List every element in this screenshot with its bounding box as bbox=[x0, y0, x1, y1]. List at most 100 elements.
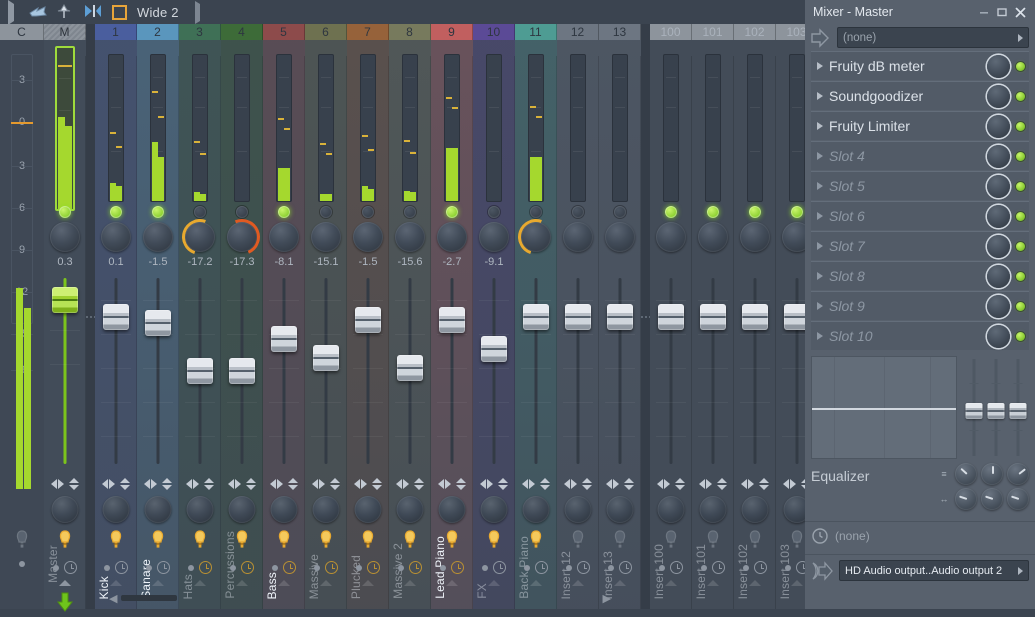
mixer-track-master[interactable]: MMaster0.3 bbox=[44, 24, 86, 609]
track-solo-dot[interactable] bbox=[230, 565, 236, 571]
stereo-separation-icon[interactable] bbox=[606, 479, 619, 489]
track-latency-icon[interactable] bbox=[325, 561, 338, 574]
track-volume-fader[interactable] bbox=[565, 304, 591, 330]
plugin-slot-6[interactable]: Slot 6 bbox=[811, 201, 1029, 230]
stereo-swap-icon[interactable] bbox=[717, 478, 727, 490]
mixer-track-9[interactable]: 9Lead Piano-2.7 bbox=[431, 24, 473, 609]
mixer-track-8[interactable]: 8Massive 2-15.6 bbox=[389, 24, 431, 609]
track-route-up-icon[interactable] bbox=[572, 580, 584, 586]
track-enable-led[interactable] bbox=[488, 206, 500, 218]
sidechain-value[interactable]: (none) bbox=[835, 529, 870, 543]
track-latency-icon[interactable] bbox=[451, 561, 464, 574]
track-route-up-icon[interactable] bbox=[320, 580, 332, 586]
track-record-arm-icon[interactable] bbox=[705, 530, 721, 550]
track-record-arm-icon[interactable] bbox=[234, 530, 250, 550]
stereo-separation-icon[interactable] bbox=[312, 479, 325, 489]
track-enable-led[interactable] bbox=[530, 206, 542, 218]
eq-gain-knob-2[interactable] bbox=[981, 463, 1003, 485]
track-header-6[interactable]: 6 bbox=[305, 24, 347, 40]
track-header-10[interactable]: 10 bbox=[473, 24, 515, 40]
eq-freq-knob-1[interactable] bbox=[955, 488, 977, 510]
track-send-knob[interactable] bbox=[103, 496, 130, 523]
track-enable-led[interactable] bbox=[572, 206, 584, 218]
track-route-up-icon[interactable] bbox=[362, 580, 374, 586]
chevron-right-icon[interactable] bbox=[817, 272, 823, 280]
track-volume-fader[interactable] bbox=[607, 304, 633, 330]
track-enable-led[interactable] bbox=[446, 206, 458, 218]
track-header-102[interactable]: 102 bbox=[734, 24, 776, 40]
track-record-arm-icon[interactable] bbox=[663, 530, 679, 550]
stereo-separation-icon[interactable] bbox=[51, 479, 64, 489]
plugin-mix-knob[interactable] bbox=[987, 235, 1010, 258]
master-latency-icon[interactable] bbox=[64, 561, 77, 574]
stereo-swap-icon[interactable] bbox=[288, 478, 298, 490]
track-group-separator[interactable] bbox=[641, 24, 650, 609]
track-volume-fader[interactable] bbox=[145, 310, 171, 336]
track-latency-icon[interactable] bbox=[115, 561, 128, 574]
track-pan-knob[interactable] bbox=[479, 222, 509, 252]
stereo-separation-icon[interactable] bbox=[783, 479, 796, 489]
mouse-hand-icon[interactable] bbox=[28, 4, 46, 20]
track-header-100[interactable]: 100 bbox=[650, 24, 692, 40]
chevron-right-icon[interactable] bbox=[817, 62, 823, 70]
track-volume-fader[interactable] bbox=[355, 307, 381, 333]
track-send-knob[interactable] bbox=[313, 496, 340, 523]
track-enable-led[interactable] bbox=[362, 206, 374, 218]
master-record-arm-icon[interactable] bbox=[57, 530, 73, 550]
track-solo-dot[interactable] bbox=[314, 565, 320, 571]
track-pan-knob[interactable] bbox=[656, 222, 686, 252]
track-route-up-icon[interactable] bbox=[791, 580, 803, 586]
track-header-3[interactable]: 3 bbox=[179, 24, 221, 40]
track-latency-icon[interactable] bbox=[157, 561, 170, 574]
track-record-arm-icon[interactable] bbox=[318, 530, 334, 550]
chevron-right-icon[interactable] bbox=[817, 122, 823, 130]
track-header-12[interactable]: 12 bbox=[557, 24, 599, 40]
scroll-thumb[interactable] bbox=[121, 595, 177, 601]
mixer-track-7[interactable]: 7Plucked-1.5 bbox=[347, 24, 389, 609]
close-button[interactable] bbox=[1011, 3, 1029, 21]
track-enable-led[interactable] bbox=[194, 206, 206, 218]
eq-gain-knob-3[interactable] bbox=[1007, 463, 1029, 485]
stereo-swap-icon[interactable] bbox=[759, 478, 769, 490]
eq-freq-knob-2[interactable] bbox=[981, 488, 1003, 510]
scroll-right-arrow-icon[interactable]: ▶ bbox=[599, 592, 615, 605]
track-solo-dot[interactable] bbox=[659, 565, 665, 571]
track-route-up-icon[interactable] bbox=[446, 580, 458, 586]
track-enable-led[interactable] bbox=[236, 206, 248, 218]
mixer-track-101[interactable]: 101Insert 101 bbox=[692, 24, 734, 609]
master-enable-led[interactable] bbox=[59, 206, 71, 218]
track-enable-led[interactable] bbox=[152, 206, 164, 218]
plugin-slot-4[interactable]: Slot 4 bbox=[811, 141, 1029, 170]
track-enable-led[interactable] bbox=[278, 206, 290, 218]
track-header-8[interactable]: 8 bbox=[389, 24, 431, 40]
plugin-enable-led[interactable] bbox=[1016, 182, 1025, 191]
track-latency-icon[interactable] bbox=[409, 561, 422, 574]
track-solo-dot[interactable] bbox=[608, 565, 614, 571]
track-record-arm-icon[interactable] bbox=[486, 530, 502, 550]
track-volume-fader[interactable] bbox=[103, 304, 129, 330]
mixer-track-13[interactable]: 13Insert 13 bbox=[599, 24, 641, 609]
track-solo-dot[interactable] bbox=[188, 565, 194, 571]
track-route-up-icon[interactable] bbox=[110, 580, 122, 586]
mixer-track-12[interactable]: 12Insert 12 bbox=[557, 24, 599, 609]
mixer-track-4[interactable]: 4Percussions-17.3 bbox=[221, 24, 263, 609]
eq-band-slider-2[interactable] bbox=[988, 356, 1005, 459]
track-send-knob[interactable] bbox=[700, 496, 727, 523]
track-route-up-icon[interactable] bbox=[614, 580, 626, 586]
track-route-up-icon[interactable] bbox=[278, 580, 290, 586]
input-select[interactable]: (none) bbox=[837, 27, 1029, 48]
track-enable-led[interactable] bbox=[791, 206, 803, 218]
track-send-knob[interactable] bbox=[355, 496, 382, 523]
master-solo-dot[interactable] bbox=[19, 561, 25, 567]
track-latency-icon[interactable] bbox=[577, 561, 590, 574]
track-latency-icon[interactable] bbox=[619, 561, 632, 574]
stereo-swap-icon[interactable] bbox=[582, 478, 592, 490]
track-send-knob[interactable] bbox=[742, 496, 769, 523]
stereo-swap-icon[interactable] bbox=[162, 478, 172, 490]
track-record-arm-icon[interactable] bbox=[402, 530, 418, 550]
track-record-arm-icon[interactable] bbox=[789, 530, 805, 550]
plugin-enable-led[interactable] bbox=[1016, 212, 1025, 221]
plugin-enable-led[interactable] bbox=[1016, 122, 1025, 131]
stereo-separation-icon[interactable] bbox=[741, 479, 754, 489]
track-latency-icon[interactable] bbox=[199, 561, 212, 574]
